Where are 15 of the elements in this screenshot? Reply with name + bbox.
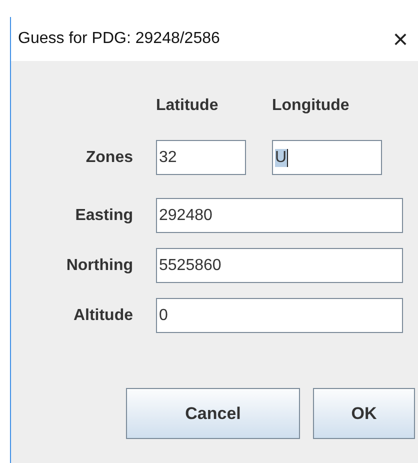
field-label: Easting bbox=[74, 206, 133, 224]
window-title: Guess for PDG: 29248/2586 bbox=[18, 30, 220, 48]
close-button[interactable]: × bbox=[382, 24, 418, 54]
field-label: Northing bbox=[65, 256, 133, 274]
input-field[interactable]: 0 bbox=[156, 298, 403, 333]
input-field[interactable]: 32 bbox=[156, 140, 246, 175]
dialog-button[interactable]: OK bbox=[313, 388, 415, 439]
dialog-button[interactable]: Cancel bbox=[126, 388, 300, 439]
input-field[interactable]: 5525860 bbox=[156, 248, 403, 283]
field-label: Zones bbox=[84, 148, 133, 166]
input-field[interactable]: U bbox=[272, 140, 382, 175]
input-field[interactable]: 292480 bbox=[156, 198, 403, 233]
column-header: Longitude bbox=[272, 97, 350, 115]
column-header: Latitude bbox=[156, 97, 220, 115]
field-label: Altitude bbox=[72, 306, 133, 324]
